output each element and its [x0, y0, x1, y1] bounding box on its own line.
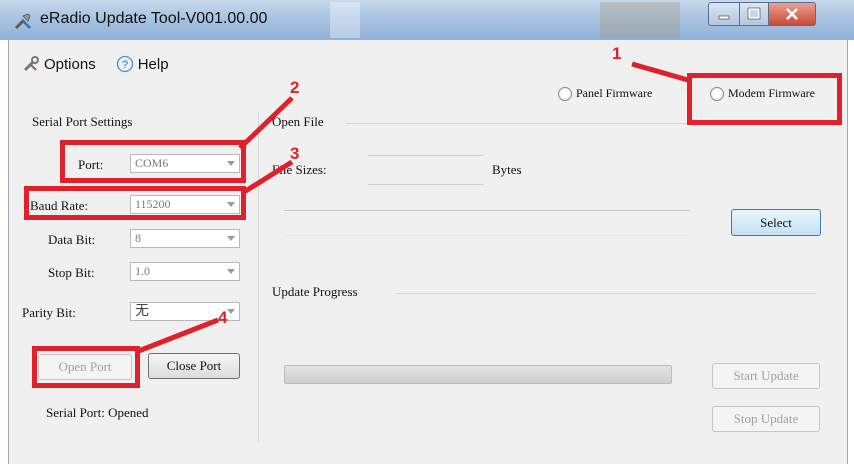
file-path-field[interactable] [284, 210, 690, 236]
parity-bit-select-value: 无 [135, 304, 149, 319]
update-progress-heading: Update Progress [272, 284, 358, 299]
annotation-number-4: 4 [218, 308, 228, 327]
close-port-button[interactable]: Close Port [148, 353, 240, 379]
annotation-box-4 [32, 346, 140, 388]
serial-port-status: Serial Port: Opened [46, 405, 149, 420]
annotation-number-2: 2 [290, 78, 300, 97]
annotation-box-3 [24, 186, 246, 220]
data-bit-label: Data Bit: [48, 232, 96, 247]
svg-text:?: ? [122, 59, 128, 71]
menu-options-label: Options [44, 55, 96, 73]
update-progress-bar [284, 365, 672, 384]
close-button[interactable] [769, 2, 816, 26]
start-update-button[interactable]: Start Update [712, 363, 820, 389]
window-title: eRadio Update Tool-V001.00.00 [40, 10, 268, 27]
radio-circle-icon [558, 87, 572, 102]
window-controls [708, 2, 816, 26]
open-file-heading: Open File [272, 114, 324, 129]
file-size-value-field [368, 155, 484, 185]
help-question-icon: ? [116, 55, 133, 73]
titlebar-glass-reflection [330, 2, 360, 38]
select-file-button[interactable]: Select [731, 209, 821, 236]
panel-firmware-label: Panel Firmware [576, 86, 653, 100]
update-progress-divider [396, 293, 816, 294]
title-bar: eRadio Update Tool-V001.00.00 [0, 0, 854, 40]
annotation-number-3: 3 [290, 144, 300, 163]
stop-bit-select-value: 1.0 [135, 264, 150, 278]
panel-firmware-radio[interactable]: Panel Firmware [558, 86, 653, 102]
app-tools-icon [14, 13, 31, 30]
annotation-number-1: 1 [612, 44, 622, 63]
annotation-box-2 [60, 140, 246, 183]
chevron-down-icon [227, 309, 235, 314]
parity-bit-label: Parity Bit: [22, 305, 76, 320]
bytes-label: Bytes [492, 162, 522, 177]
stop-bit-label: Stop Bit: [48, 265, 95, 280]
menu-bar: Options ? Help [22, 53, 189, 75]
close-icon [786, 8, 798, 20]
menu-help-label: Help [137, 55, 169, 73]
panel-divider [258, 112, 259, 442]
chevron-down-icon [227, 236, 235, 241]
chevron-down-icon [227, 269, 235, 274]
maximize-icon [747, 7, 761, 20]
annotation-box-1 [687, 73, 842, 125]
titlebar-glass-reflection [600, 2, 680, 38]
file-sizes-label: File Sizes: [272, 162, 327, 177]
minimize-button[interactable] [708, 2, 740, 26]
menu-options[interactable]: Options [22, 55, 96, 73]
stop-update-button[interactable]: Stop Update [712, 406, 820, 432]
stop-bit-select[interactable]: 1.0 [130, 262, 240, 281]
maximize-button[interactable] [740, 2, 769, 26]
minimize-icon [718, 15, 730, 20]
data-bit-select[interactable]: 8 [130, 229, 240, 248]
data-bit-select-value: 8 [135, 231, 141, 245]
menu-help[interactable]: ? Help [116, 55, 169, 73]
options-wrench-icon [23, 56, 39, 72]
serial-port-settings-heading: Serial Port Settings [32, 114, 133, 129]
